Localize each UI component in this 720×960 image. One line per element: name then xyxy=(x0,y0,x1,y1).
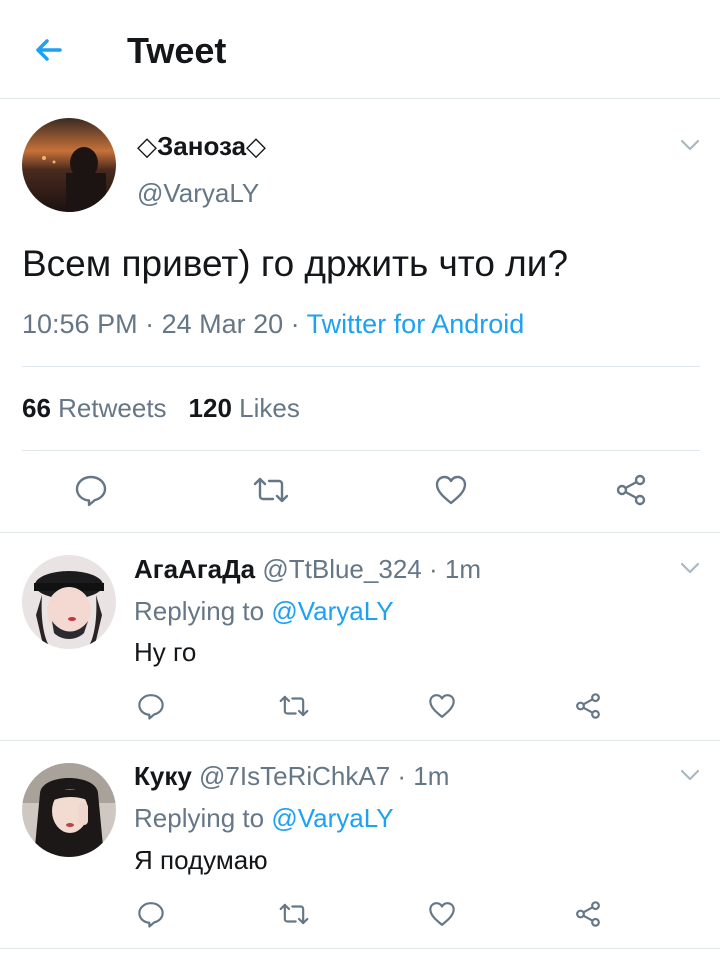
author-handle[interactable]: @VaryaLY xyxy=(137,178,259,209)
retweet-button[interactable] xyxy=(276,689,312,723)
heart-icon xyxy=(429,902,455,926)
reply-time: 1m xyxy=(444,554,481,584)
reply-bubble-icon xyxy=(138,694,164,720)
divider xyxy=(22,450,700,451)
reply-author-name[interactable]: АгаАгаДа xyxy=(134,554,255,584)
share-button[interactable] xyxy=(571,897,605,931)
retweet-button[interactable] xyxy=(276,897,312,931)
likes-label: Likes xyxy=(239,393,300,423)
avatar-image xyxy=(22,763,116,857)
share-icon xyxy=(576,693,600,719)
back-button[interactable] xyxy=(28,30,68,70)
reply-time: 1m xyxy=(413,761,450,791)
tweet-source-link[interactable]: Twitter for Android xyxy=(307,309,525,339)
avatar[interactable] xyxy=(22,118,116,212)
reply-header: АгаАгаДа @TtBlue_324 · 1m xyxy=(134,554,481,584)
chevron-down-icon xyxy=(680,769,700,781)
share-icon xyxy=(576,901,600,927)
divider xyxy=(0,948,720,949)
heart-icon xyxy=(429,694,455,718)
replying-to: Replying to @VaryaLY xyxy=(134,596,394,627)
divider xyxy=(0,532,720,533)
retweet-icon xyxy=(279,903,309,925)
chevron-down-icon xyxy=(680,562,700,574)
tweet-meta: 10:56 PM · 24 Mar 20 · Twitter for Andro… xyxy=(22,309,524,340)
share-icon xyxy=(616,474,646,506)
top-bar: Tweet xyxy=(0,0,720,99)
reply-header: Куку @7IsTeRiChkA7 · 1m xyxy=(134,761,450,791)
avatar[interactable] xyxy=(22,555,116,649)
share-button[interactable] xyxy=(610,470,652,510)
reply-text: Я подумаю xyxy=(134,845,268,875)
tweet-time: 10:56 PM xyxy=(22,309,138,339)
author-display-name[interactable]: ◇Заноза◇ xyxy=(137,131,266,162)
divider xyxy=(22,366,700,367)
tweet-stats: 66 Retweets 120 Likes xyxy=(22,393,300,424)
replying-mention[interactable]: @VaryaLY xyxy=(271,803,393,833)
retweet-icon xyxy=(279,695,309,717)
chevron-down-icon xyxy=(680,139,700,151)
reply-menu-button[interactable] xyxy=(678,763,702,787)
like-button[interactable] xyxy=(425,689,459,723)
arrow-left-icon xyxy=(36,39,62,61)
reply-button[interactable] xyxy=(70,470,112,510)
reply-bubble-icon xyxy=(138,902,164,928)
tweet-menu-button[interactable] xyxy=(678,133,702,157)
heart-icon xyxy=(435,475,467,505)
retweets-stat[interactable]: 66 Retweets xyxy=(22,393,167,423)
reply-author-handle[interactable]: @7IsTeRiChkA7 xyxy=(199,761,390,791)
tweet-text: Всем привет) го држить что ли? xyxy=(22,243,569,284)
replying-to: Replying to @VaryaLY xyxy=(134,803,394,834)
meta-separator: · xyxy=(137,309,162,339)
like-button[interactable] xyxy=(430,470,472,510)
tweet-date: 24 Mar 20 xyxy=(161,309,284,339)
reply-bubble-icon xyxy=(75,475,107,507)
retweet-icon xyxy=(253,477,289,503)
reply-author-handle[interactable]: @TtBlue_324 xyxy=(262,554,421,584)
reply-text: Ну го xyxy=(134,637,197,667)
like-button[interactable] xyxy=(425,897,459,931)
likes-stat[interactable]: 120 Likes xyxy=(189,393,300,423)
replying-mention[interactable]: @VaryaLY xyxy=(271,596,393,626)
replying-label: Replying to xyxy=(134,803,265,833)
retweets-count: 66 xyxy=(22,393,51,423)
reply-author-name[interactable]: Куку xyxy=(134,761,192,791)
divider xyxy=(0,740,720,741)
reply-button[interactable] xyxy=(134,689,168,723)
share-button[interactable] xyxy=(571,689,605,723)
avatar[interactable] xyxy=(22,763,116,857)
avatar-image xyxy=(22,555,116,649)
replying-label: Replying to xyxy=(134,596,265,626)
reply-button[interactable] xyxy=(134,897,168,931)
avatar-image xyxy=(22,118,116,212)
meta-separator: · xyxy=(283,309,307,339)
retweet-button[interactable] xyxy=(249,470,293,510)
reply-menu-button[interactable] xyxy=(678,556,702,580)
page-title: Tweet xyxy=(127,30,227,71)
likes-count: 120 xyxy=(188,393,232,423)
retweets-label: Retweets xyxy=(58,393,167,423)
